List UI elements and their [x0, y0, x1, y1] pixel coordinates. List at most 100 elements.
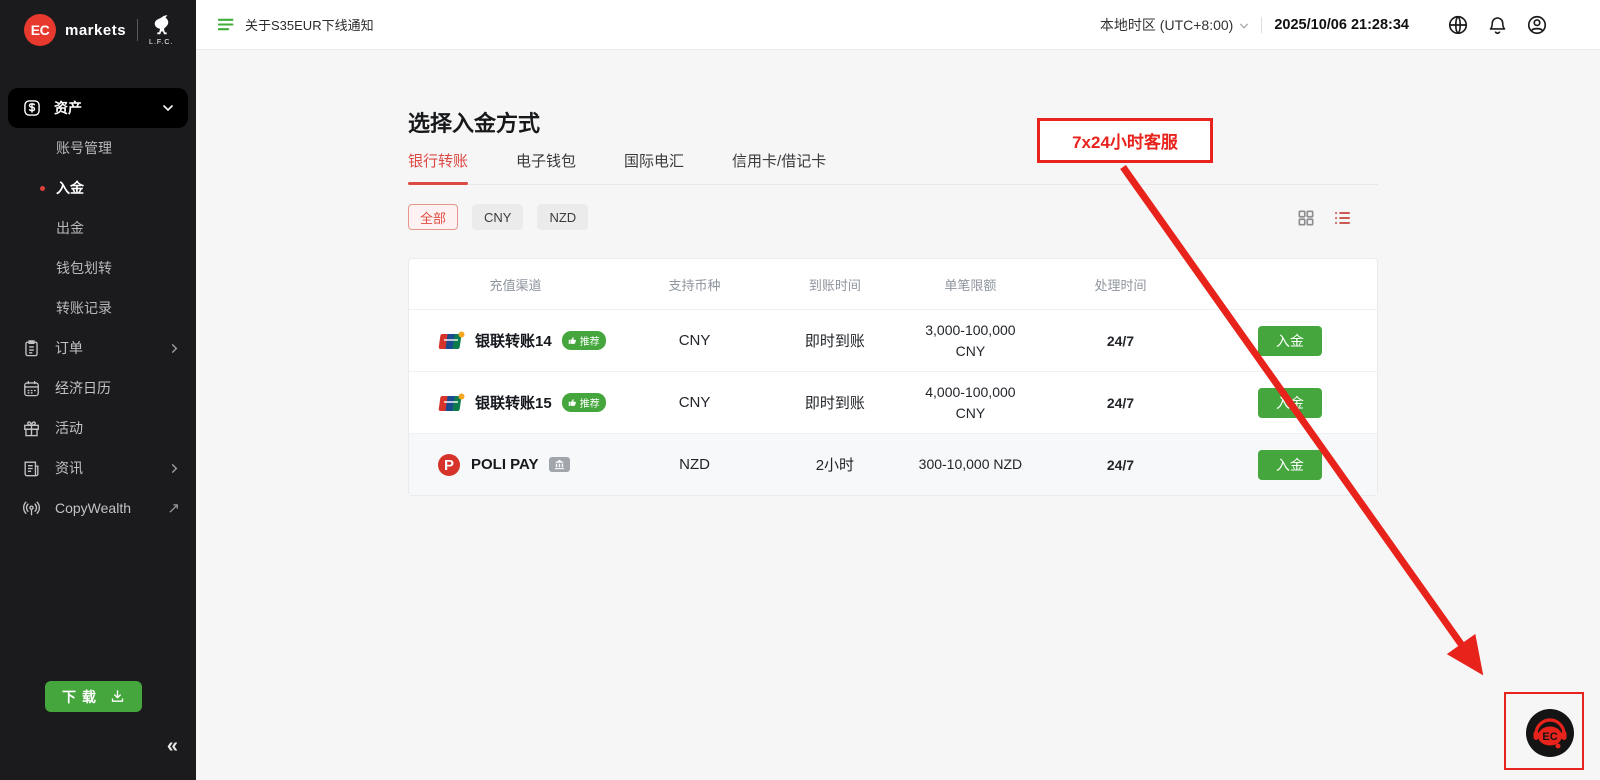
- tab-credit-debit-card[interactable]: 信用卡/借记卡: [732, 150, 826, 184]
- download-icon: [110, 689, 125, 704]
- sidebar-item-label: 活动: [55, 418, 83, 438]
- main-content: 选择入金方式 银行转账 电子钱包 国际电汇 信用卡/借记卡 全部 CNY NZD…: [196, 50, 1600, 780]
- bank-badge: [549, 457, 570, 472]
- timezone-selector[interactable]: 本地时区 (UTC+8:00): [1100, 15, 1233, 35]
- download-button[interactable]: 下载: [45, 681, 142, 712]
- channel-name: 银联转账15: [475, 392, 552, 413]
- table-row: 银联转账14 推荐 CNY 即时到账 3,000-100,000 CNY 24/…: [409, 309, 1377, 371]
- ec-support-icon: EC: [1524, 707, 1576, 759]
- table-row: P POLI PAY NZD 2小时 300-10,000 NZD 24/7 入…: [409, 433, 1377, 495]
- sidebar-item-label: 钱包划转: [56, 258, 112, 278]
- limit-line2: CNY: [903, 341, 1039, 362]
- chevron-right-icon: [169, 343, 180, 354]
- list-view-icon[interactable]: [1332, 208, 1353, 228]
- deposit-button[interactable]: 入金: [1258, 450, 1322, 480]
- cell-limit: 3,000-100,000 CNY: [903, 320, 1039, 362]
- cell-arrival: 2小时: [767, 454, 903, 475]
- logo-divider: [137, 19, 138, 41]
- unionpay-icon: [437, 331, 465, 351]
- liver-bird-icon: [151, 15, 171, 37]
- clipboard-icon: [22, 339, 41, 358]
- unionpay-icon: [437, 393, 465, 413]
- sidebar-item-account-management[interactable]: 账号管理: [0, 128, 196, 168]
- language-globe-icon[interactable]: [1447, 14, 1469, 36]
- sidebar-item-wallet-transfer[interactable]: 钱包划转: [0, 248, 196, 288]
- sidebar-item-promotions[interactable]: 活动: [0, 408, 196, 448]
- table-row: 银联转账15 推荐 CNY 即时到账 4,000-100,000 CNY 24/…: [409, 371, 1377, 433]
- news-icon: [22, 459, 41, 478]
- cell-hours: 24/7: [1038, 457, 1203, 473]
- grid-view-icon[interactable]: [1296, 208, 1316, 228]
- sidebar-item-label: 转账记录: [56, 298, 112, 318]
- table-header-row: 充值渠道 支持币种 到账时间 单笔限额 处理时间: [409, 259, 1377, 309]
- notice-text: 关于S35EUR下线通知: [245, 15, 374, 34]
- account-user-icon[interactable]: [1526, 14, 1548, 36]
- filter-nzd[interactable]: NZD: [537, 204, 588, 230]
- sidebar-item-orders[interactable]: 订单: [0, 328, 196, 368]
- sidebar-item-economic-calendar[interactable]: 经济日历: [0, 368, 196, 408]
- thumbs-up-icon: [568, 398, 577, 407]
- cell-currency: NZD: [622, 456, 767, 473]
- limit-line1: 3,000-100,000: [903, 320, 1039, 341]
- chat-highlight-box: EC: [1504, 692, 1584, 770]
- filter-cny[interactable]: CNY: [472, 204, 523, 230]
- sidebar-item-label: 出金: [56, 218, 84, 238]
- col-header-currency: 支持币种: [622, 275, 767, 294]
- col-header-hours: 处理时间: [1038, 275, 1203, 294]
- sidebar-item-news[interactable]: 资讯: [0, 448, 196, 488]
- cell-limit: 300-10,000 NZD: [903, 454, 1039, 475]
- sidebar-item-label: 入金: [56, 178, 84, 198]
- sidebar-collapse-button[interactable]: «: [167, 735, 178, 758]
- sidebar-item-transfer-records[interactable]: 转账记录: [0, 288, 196, 328]
- tab-e-wallet[interactable]: 电子钱包: [516, 150, 576, 184]
- notifications-bell-icon[interactable]: [1487, 14, 1508, 36]
- sidebar-item-withdraw[interactable]: 出金: [0, 208, 196, 248]
- channel-name: POLI PAY: [471, 456, 539, 473]
- deposit-button[interactable]: 入金: [1258, 388, 1322, 418]
- filter-all[interactable]: 全部: [408, 204, 458, 230]
- recommended-badge: 推荐: [562, 393, 606, 412]
- cell-currency: CNY: [622, 394, 767, 411]
- gift-icon: [22, 419, 41, 438]
- external-link-icon: ↗: [167, 499, 180, 517]
- cell-hours: 24/7: [1038, 395, 1203, 411]
- support-annotation-box: 7x24小时客服: [1037, 118, 1213, 163]
- badge-label: 推荐: [580, 333, 600, 348]
- sidebar-item-deposit[interactable]: 入金: [0, 168, 196, 208]
- tab-bank-transfer[interactable]: 银行转账: [408, 150, 468, 184]
- view-toggles: [1296, 208, 1353, 228]
- brand-logo: EC markets L.F.C.: [0, 0, 196, 56]
- active-dot: [40, 186, 45, 191]
- svg-text:EC: EC: [1542, 731, 1557, 743]
- sidebar-item-copywealth[interactable]: CopyWealth ↗: [0, 488, 196, 528]
- topbar: 关于S35EUR下线通知 本地时区 (UTC+8:00) 2025/10/06 …: [196, 0, 1600, 50]
- limit-line1: 4,000-100,000: [903, 382, 1039, 403]
- lfc-logo: L.F.C.: [149, 15, 173, 46]
- sidebar-item-label: CopyWealth: [55, 500, 131, 516]
- deposit-method-tabs: 银行转账 电子钱包 国际电汇 信用卡/借记卡: [408, 150, 1378, 185]
- limit-line2: CNY: [903, 403, 1039, 424]
- tab-international-wire[interactable]: 国际电汇: [624, 150, 684, 184]
- sidebar-item-label: 资讯: [55, 458, 83, 478]
- sidebar-item-label: 资产: [54, 98, 82, 118]
- customer-service-chat-button[interactable]: EC: [1524, 707, 1576, 764]
- cell-arrival: 即时到账: [767, 330, 903, 351]
- thumbs-up-icon: [568, 336, 577, 345]
- sidebar-item-label: 账号管理: [56, 138, 112, 158]
- sidebar-item-label: 经济日历: [55, 378, 111, 398]
- sidebar-menu: 资产 账号管理 入金 出金 钱包划转 转账记录 订单: [0, 88, 196, 528]
- sidebar-item-label: 订单: [55, 338, 83, 358]
- svg-text:P: P: [444, 457, 454, 474]
- sidebar-item-assets[interactable]: 资产: [8, 88, 188, 128]
- page-title: 选择入金方式: [408, 106, 540, 138]
- notice-bar[interactable]: 关于S35EUR下线通知: [218, 15, 374, 34]
- datetime-display: 2025/10/06 21:28:34: [1274, 17, 1409, 33]
- download-label: 下载: [62, 687, 102, 707]
- sidebar: EC markets L.F.C. 资产 账号管理 入金: [0, 0, 196, 780]
- col-header-channel: 充值渠道: [409, 275, 622, 294]
- cell-currency: CNY: [622, 332, 767, 349]
- chevron-down-icon: [1239, 21, 1249, 31]
- chevron-down-icon: [162, 102, 174, 114]
- deposit-button[interactable]: 入金: [1258, 326, 1322, 356]
- calendar-icon: [22, 379, 41, 398]
